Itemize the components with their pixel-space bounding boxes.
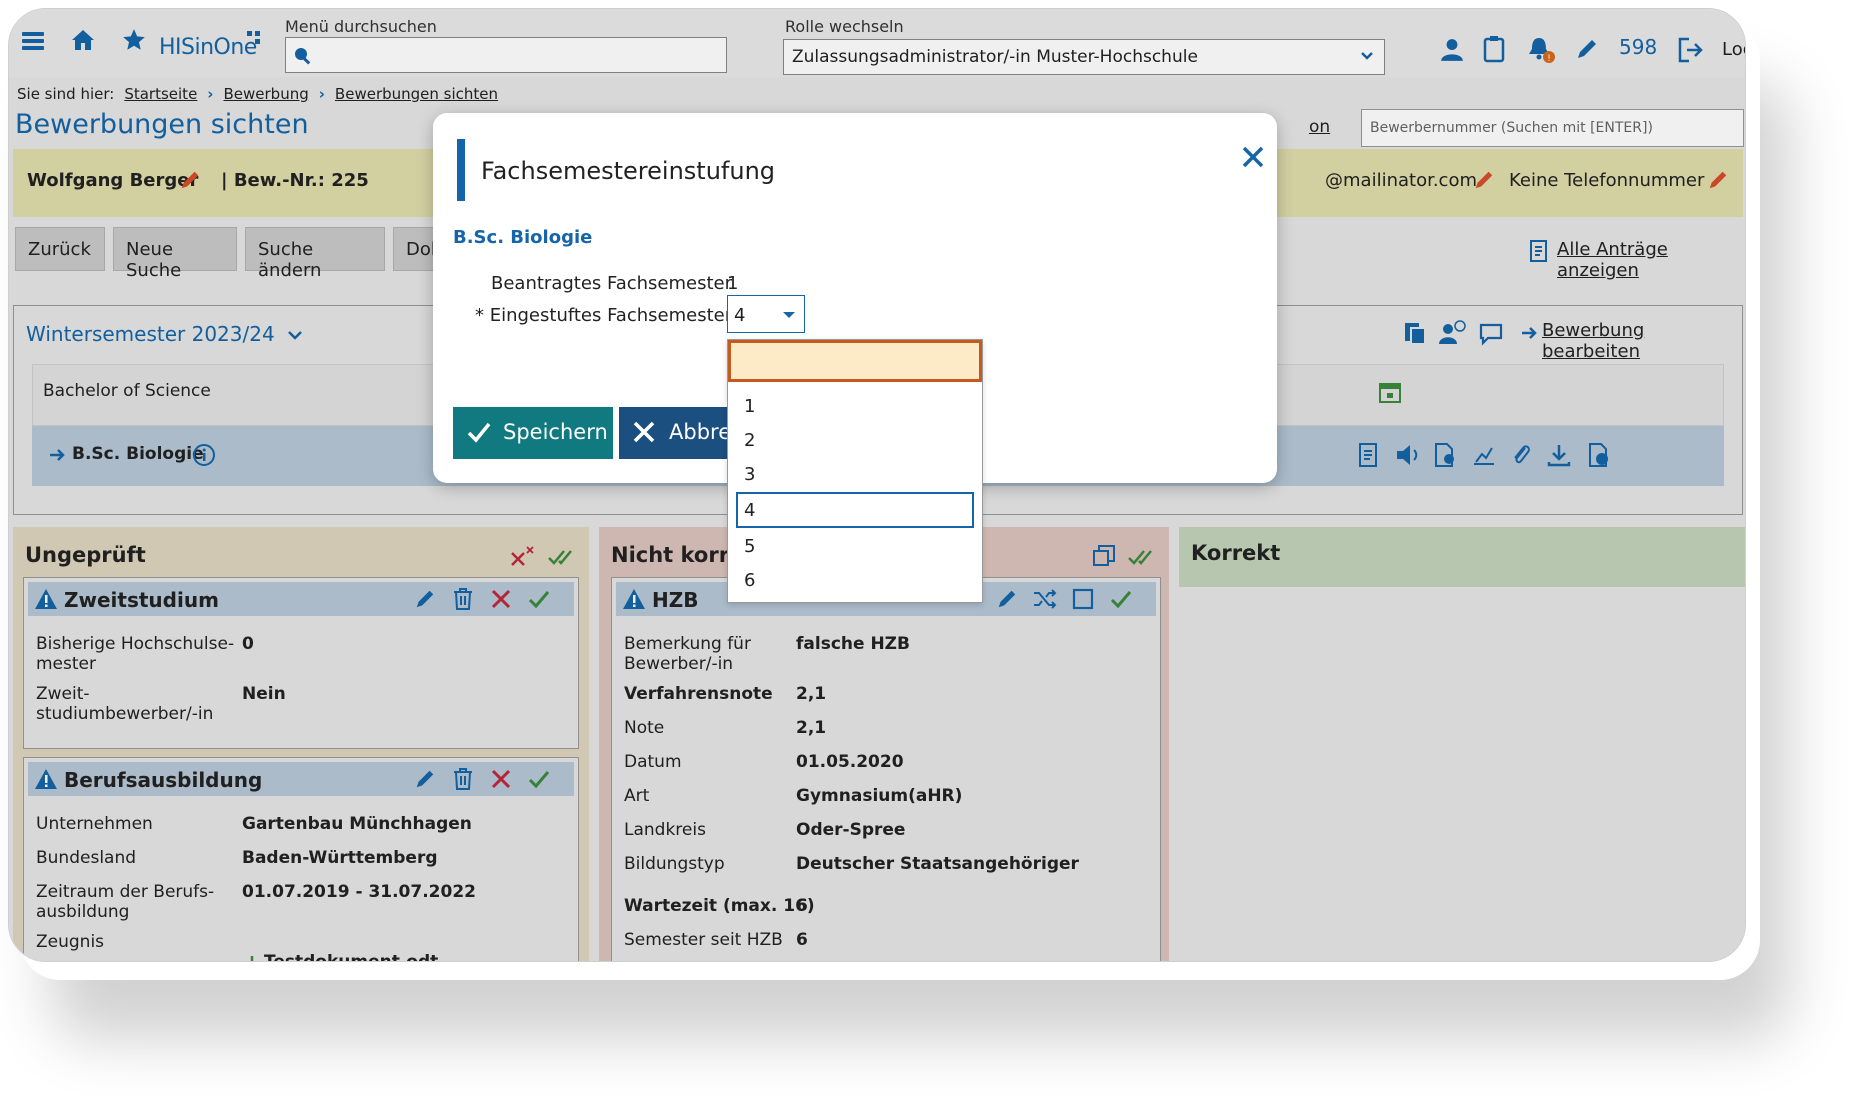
cancel-button[interactable]: Abbre bbox=[619, 407, 729, 459]
dropdown-option-3[interactable]: 3 bbox=[744, 464, 755, 485]
cancel-button-label: Abbre bbox=[669, 420, 729, 444]
check-icon bbox=[467, 422, 491, 443]
requested-semester-label: Beantragtes Fachsemester bbox=[491, 273, 733, 294]
close-icon bbox=[633, 421, 655, 443]
dialog-accent-bar bbox=[457, 139, 465, 201]
dialog-title: Fachsemestereinstufung bbox=[481, 157, 776, 185]
app-window: HISinOne Menü durchsuchen Rolle wechseln… bbox=[8, 8, 1746, 962]
assigned-semester-value: 4 bbox=[734, 305, 746, 326]
save-button[interactable]: Speichern bbox=[453, 407, 613, 459]
save-button-label: Speichern bbox=[503, 420, 608, 444]
dropdown-empty-option[interactable] bbox=[728, 340, 982, 382]
dropdown-option-4-label: 4 bbox=[744, 500, 756, 521]
close-icon[interactable] bbox=[1241, 145, 1265, 169]
dropdown-option-6[interactable]: 6 bbox=[744, 570, 755, 591]
dropdown-option-2[interactable]: 2 bbox=[744, 430, 755, 451]
assigned-semester-select[interactable]: 4 bbox=[727, 295, 805, 333]
dropdown-option-1[interactable]: 1 bbox=[744, 396, 755, 417]
semester-dropdown-list: 1 2 3 4 5 6 bbox=[727, 339, 983, 603]
dropdown-option-4-selected[interactable]: 4 bbox=[736, 492, 974, 528]
dialog-program: B.Sc. Biologie bbox=[453, 227, 593, 248]
requested-semester-value: 1 bbox=[727, 273, 739, 294]
dropdown-option-5[interactable]: 5 bbox=[744, 536, 755, 557]
assigned-semester-label: * Eingestuftes Fachsemester bbox=[475, 305, 733, 326]
chevron-down-icon bbox=[783, 312, 795, 318]
